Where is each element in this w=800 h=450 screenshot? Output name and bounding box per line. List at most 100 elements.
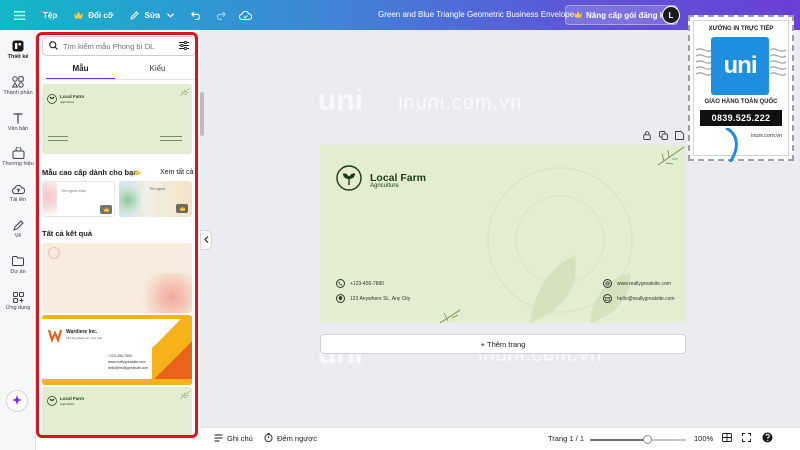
cloud-save-button[interactable] [232,0,258,30]
timer-icon [264,433,273,444]
collapse-panel-button[interactable] [200,230,212,250]
see-all-link[interactable]: Xem tất cả [160,169,193,176]
tab-templates[interactable]: Mẫu [46,60,115,80]
filter-icon[interactable] [179,40,189,52]
tab-divider [42,79,196,80]
envelope-email[interactable]: hello@reallygreatsite.com [603,294,675,303]
panel-scrollbar[interactable] [200,92,204,136]
stamp-top-text: XƯỞNG IN TRỰC TIẾP [708,26,774,32]
notes-button[interactable]: Ghi chú [214,427,253,450]
rail-item-design[interactable]: Thiết kế [0,40,36,60]
leaf-logo-icon [47,94,57,104]
upload-icon [11,183,25,195]
add-page-icon[interactable] [674,130,684,140]
rail-item-apps[interactable]: Ứng dụng [0,291,36,311]
rail-item-draw[interactable]: Vẽ [0,219,36,239]
corner-decoration [152,315,192,385]
thumb-label: Tên người nhận [61,189,87,193]
rail-label: Dự án [10,269,26,275]
crown-icon [71,8,85,22]
fullscreen-button[interactable] [742,427,751,450]
search-input[interactable] [63,41,174,51]
result-thumb-local-farm[interactable]: Local Farm Agriculture [42,387,192,437]
watermark-text: inuni.com.vn [398,92,523,114]
edit-menu-button[interactable]: Sửa [120,0,184,30]
chevron-left-icon [203,235,209,245]
duplicate-icon[interactable] [658,130,668,140]
stamp-middle-text: GIAO HÀNG TOÀN QUỐC [704,99,778,105]
file-menu-button[interactable]: Tệp [36,0,64,30]
menu-button[interactable] [0,0,36,30]
premium-thumb-1[interactable]: Tên người nhận [42,181,115,217]
avatar[interactable]: L [662,6,680,24]
design-title[interactable]: Green and Blue Triangle Geometric Busine… [378,0,574,30]
tab-styles[interactable]: Kiểu [123,60,192,80]
rail-item-text[interactable]: Văn bản [0,112,36,132]
premium-badge [100,205,112,214]
rail-item-uploads[interactable]: Tải lên [0,183,36,203]
rail-item-brand[interactable]: Thương hiệu [0,147,36,167]
elements-icon [11,76,25,88]
panel-tabs: Mẫu Kiểu [42,60,196,80]
wardiere-logo-icon [47,329,63,343]
page-indicator[interactable]: Trang 1 / 1 [548,427,584,450]
timer-button[interactable]: Đếm ngược [264,427,317,450]
undo-button[interactable] [184,0,208,30]
resize-button[interactable]: Đổi cỡ [64,0,120,30]
resize-label: Đổi cỡ [88,10,114,20]
watercolor-splash [142,273,192,313]
phone-icon [336,279,345,288]
apps-icon [11,291,25,303]
notes-icon [214,434,223,444]
premium-heading: Mẫu cao cấp dành cho bạn [42,168,138,177]
stamp-logo: uni [711,37,769,95]
location-icon [336,294,345,303]
envelope-subtitle[interactable]: Agriculture [370,183,399,189]
result-thumb-wardiere[interactable]: Wardiere Inc. 123 Anywhere St., Any City… [42,315,192,385]
thumb-subtitle: Agriculture [60,100,75,104]
premium-thumb-2[interactable]: Tên người [119,181,192,217]
stamp-website: inuni.com.vn [751,133,782,139]
thumb-subtitle: Agriculture [60,402,75,406]
globe-icon [603,279,612,288]
rail-item-elements[interactable]: Thành phần [0,76,36,96]
leaf-sprig-icon [180,391,190,399]
folder-icon [11,255,25,267]
zoom-slider-fill [590,439,648,441]
thumb-email: hello@reallygreatsite.com [108,366,149,370]
notes-label: Ghi chú [227,434,253,443]
text-icon [11,112,25,124]
add-page-button[interactable]: + Thêm trang [320,334,686,354]
zoom-level[interactable]: 100% [694,427,713,450]
crown-icon [574,10,582,20]
grid-view-button[interactable] [722,427,732,450]
envelope-phone[interactable]: +123-456-7890 [336,279,384,288]
envelope-website[interactable]: www.reallygreatsite.com [603,279,671,288]
rail-label: Thiết kế [7,54,29,60]
mail-icon [603,294,612,303]
undo-icon [189,8,203,22]
layout-icon [11,40,25,52]
rail-label: Vẽ [14,233,22,239]
thumb-title: Wardiere Inc. [66,329,98,335]
thumb-subtitle: 123 Anywhere St., Any City [66,336,103,340]
magic-assistant-button[interactable] [6,390,28,412]
phone-text: +123-456-7890 [350,280,385,287]
result-thumb-watercolor[interactable] [42,243,192,313]
redo-icon [213,8,227,22]
redo-button[interactable] [208,0,232,30]
rail-item-projects[interactable]: Dự án [0,255,36,275]
lock-icon[interactable] [642,130,652,140]
thumb-contact-lines [48,136,68,137]
floral-decoration [119,185,141,215]
pencil-icon [127,8,141,22]
grid-view-icon [722,433,732,444]
help-button[interactable] [762,427,773,450]
upgrade-label: Nâng cấp gói đăng ký [586,10,669,20]
template-search[interactable] [42,36,196,56]
template-thumb-local-farm[interactable]: Local Farm Agriculture [42,84,192,154]
upgrade-button[interactable]: Nâng cấp gói đăng ký [565,5,678,25]
watermark-logo: uni [318,84,363,117]
envelope-address[interactable]: 123 Anywhere St., Any City [336,294,410,303]
cloud-check-icon [238,8,252,22]
